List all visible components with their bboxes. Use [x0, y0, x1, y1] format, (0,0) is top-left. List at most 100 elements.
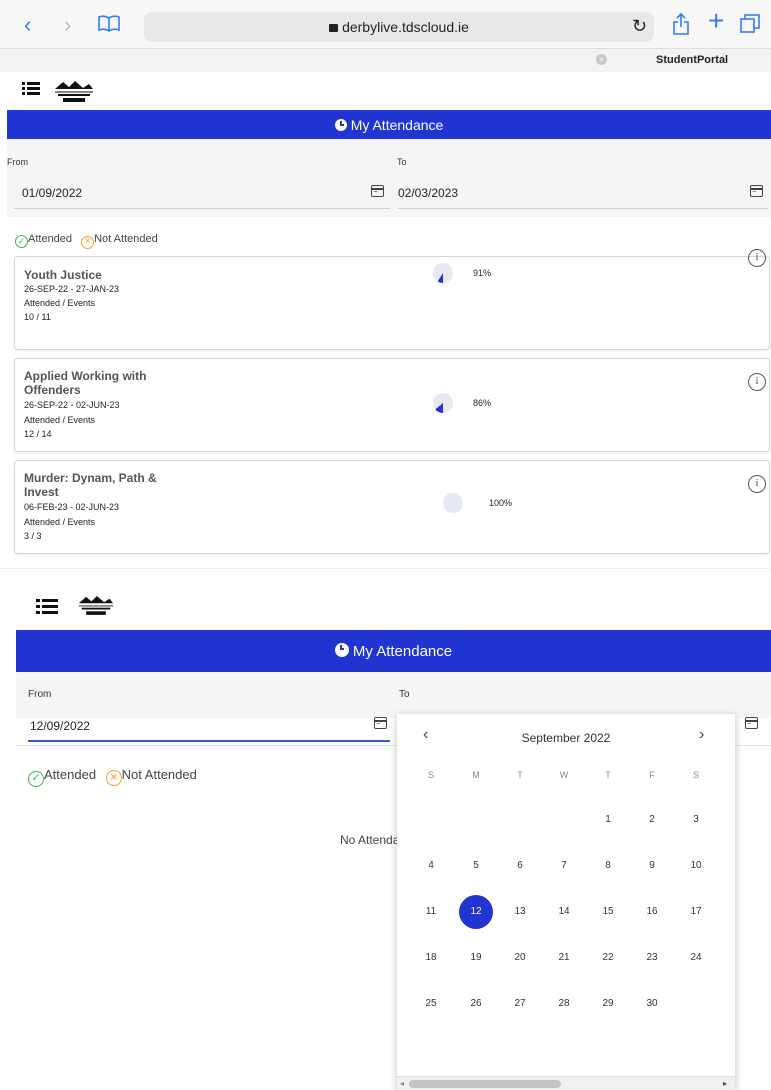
calendar-day[interactable]: 23: [633, 952, 671, 963]
tab-close-icon[interactable]: ×: [596, 54, 607, 65]
calendar-day[interactable]: 25: [412, 998, 450, 1009]
weekday-header: S: [692, 770, 699, 780]
to-date-input[interactable]: 02/03/2023: [398, 186, 458, 200]
page-title: My Attendance: [350, 117, 444, 133]
datepicker-month-label[interactable]: September 2022: [397, 731, 735, 745]
calendar-day[interactable]: 21: [545, 952, 583, 963]
bookmarks-icon[interactable]: [98, 15, 120, 33]
from-calendar-icon[interactable]: [374, 717, 387, 729]
info-icon[interactable]: i: [748, 373, 766, 391]
weekday-header: W: [559, 770, 569, 780]
calendar-day[interactable]: 5: [457, 860, 495, 871]
module-name: Applied Working with Offenders: [24, 369, 147, 397]
tab-strip: × StudentPortal: [0, 48, 771, 72]
legend-attended: Attended: [44, 767, 97, 782]
not-attended-icon: ×: [81, 236, 95, 249]
info-icon[interactable]: i: [748, 475, 766, 493]
calendar-day[interactable]: 11: [412, 906, 450, 917]
browser-toolbar: ‹ › derbylive.tdscloud.ie ↻ + × StudentP…: [0, 0, 771, 72]
attendance-percent: 91%: [473, 268, 492, 278]
clock-icon: [334, 643, 349, 657]
attendance-legend: ✓ Attended × Not Attended: [28, 767, 197, 787]
clock-icon: [334, 119, 347, 131]
menu-icon[interactable]: [36, 599, 58, 615]
calendar-day[interactable]: 3: [677, 814, 715, 825]
calendar-day[interactable]: 7: [545, 860, 583, 871]
weekday-header: T: [517, 770, 523, 780]
url-text: derbylive.tdscloud.ie: [342, 19, 469, 35]
datepicker-popup: ‹ September 2022 › S M T W T F S 1 2 3 4 5 6 7 8 9 10 11 1…: [397, 714, 735, 1090]
events-count: 3 / 3: [24, 531, 42, 541]
to-label: To: [397, 157, 407, 167]
date-range-form: [16, 672, 771, 718]
from-calendar-icon[interactable]: [371, 185, 384, 197]
weekday-header: S: [427, 770, 434, 780]
scrollbar-thumb[interactable]: [409, 1080, 561, 1088]
share-icon[interactable]: [672, 12, 690, 36]
date-range-form: [7, 139, 771, 217]
module-card[interactable]: Applied Working with Offenders 26-SEP-22…: [14, 358, 770, 452]
attendance-header: My Attendance: [7, 110, 771, 139]
attendance-percent: 100%: [489, 498, 513, 508]
tab-label[interactable]: StudentPortal: [656, 54, 728, 66]
next-month-icon[interactable]: ›: [699, 726, 704, 744]
calendar-day[interactable]: 26: [457, 998, 495, 1009]
calendar-day[interactable]: 13: [501, 906, 539, 917]
university-logo: [78, 596, 114, 615]
attended-icon: ✓: [28, 771, 44, 787]
tabs-icon[interactable]: [740, 14, 760, 34]
calendar-day[interactable]: 24: [677, 952, 715, 963]
calendar-day[interactable]: 10: [677, 860, 715, 871]
menu-icon[interactable]: [22, 82, 40, 96]
calendar-day[interactable]: 17: [677, 906, 715, 917]
calendar-day[interactable]: 22: [589, 952, 627, 963]
attended-icon: ✓: [15, 235, 28, 248]
from-date-input[interactable]: 12/09/2022: [30, 719, 90, 733]
calendar-day[interactable]: 27: [501, 998, 539, 1009]
calendar-day[interactable]: 2: [633, 814, 671, 825]
events-count: 10 / 11: [24, 312, 51, 322]
weekday-header: M: [472, 770, 480, 780]
info-icon[interactable]: i: [748, 249, 766, 267]
calendar-day[interactable]: 14: [545, 906, 583, 917]
attendance-header: My Attendance: [16, 630, 771, 672]
to-underline: [398, 208, 768, 209]
back-icon[interactable]: ‹: [24, 14, 31, 36]
screenshot-divider: [0, 568, 771, 582]
from-date-input[interactable]: 01/09/2022: [22, 186, 82, 200]
scroll-left-icon[interactable]: ◂: [400, 1079, 404, 1088]
forward-icon[interactable]: ›: [64, 14, 71, 36]
calendar-day[interactable]: 18: [412, 952, 450, 963]
calendar-day[interactable]: 9: [633, 860, 671, 871]
calendar-day[interactable]: 4: [412, 860, 450, 871]
calendar-day[interactable]: 16: [633, 906, 671, 917]
scroll-right-icon[interactable]: ▸: [723, 1079, 727, 1088]
calendar-day[interactable]: 30: [633, 998, 671, 1009]
calendar-day[interactable]: 8: [589, 860, 627, 871]
events-label: Attended / Events: [24, 415, 96, 425]
new-tab-icon[interactable]: +: [708, 7, 724, 35]
module-card[interactable]: Murder: Dynam, Path & Invest 06-FEB-23 -…: [14, 460, 770, 554]
calendar-day[interactable]: 12: [457, 906, 495, 917]
module-dates: 06-FEB-23 - 02-JUN-23: [24, 502, 120, 512]
to-calendar-icon[interactable]: [745, 717, 758, 729]
attendance-pie: [443, 493, 463, 513]
calendar-day[interactable]: 1: [589, 814, 627, 825]
calendar-day[interactable]: 20: [501, 952, 539, 963]
module-name: Murder: Dynam, Path & Invest: [24, 471, 157, 499]
calendar-day[interactable]: 29: [589, 998, 627, 1009]
reload-icon[interactable]: ↻: [632, 15, 647, 37]
calendar-day[interactable]: 6: [501, 860, 539, 871]
datepicker-scrollbar[interactable]: ◂ ▸: [397, 1076, 735, 1090]
module-card[interactable]: Youth Justice 26-SEP-22 - 27-JAN-23 Atte…: [14, 249, 770, 350]
from-label: From: [7, 157, 28, 167]
page-title: My Attendance: [352, 643, 453, 660]
not-attended-icon: ×: [105, 770, 122, 786]
events-label: Attended / Events: [24, 298, 96, 308]
calendar-day[interactable]: 19: [457, 952, 495, 963]
lock-icon: [329, 24, 339, 32]
calendar-day[interactable]: 28: [545, 998, 583, 1009]
calendar-day[interactable]: 15: [589, 906, 627, 917]
address-bar[interactable]: derbylive.tdscloud.ie: [144, 12, 654, 42]
to-calendar-icon[interactable]: [750, 185, 763, 197]
